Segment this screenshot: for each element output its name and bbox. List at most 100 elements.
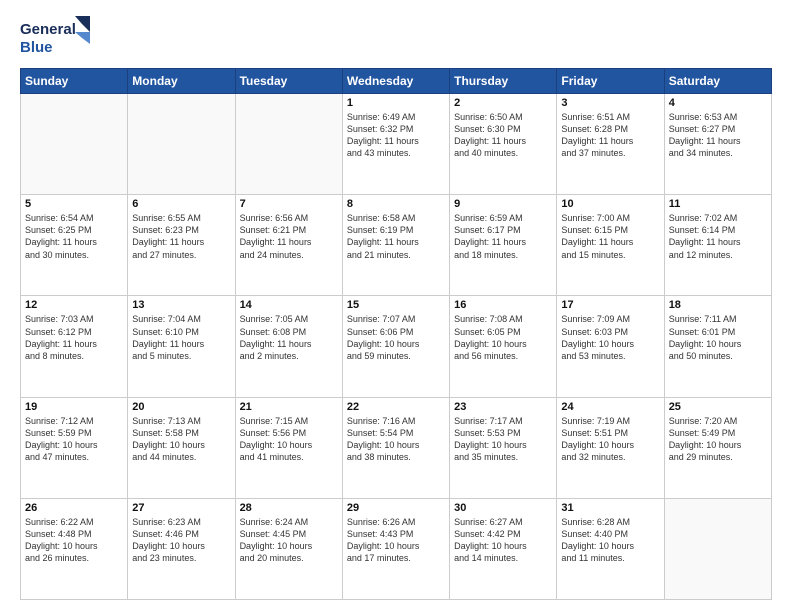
- day-info: Sunrise: 6:56 AM Sunset: 6:21 PM Dayligh…: [240, 212, 338, 261]
- day-number: 12: [25, 299, 123, 311]
- day-number: 9: [454, 198, 552, 210]
- week-row-2: 5 Sunrise: 6:54 AM Sunset: 6:25 PM Daylig…: [21, 195, 772, 296]
- week-row-3: 12 Sunrise: 7:03 AM Sunset: 6:12 PM Dayli…: [21, 296, 772, 397]
- day-number: 25: [669, 401, 767, 413]
- weekday-header-thursday: Thursday: [450, 69, 557, 94]
- day-cell: [21, 94, 128, 195]
- svg-text:Blue: Blue: [20, 39, 53, 56]
- logo-area: GeneralBlue: [20, 16, 100, 60]
- day-info: Sunrise: 6:51 AM Sunset: 6:28 PM Dayligh…: [561, 111, 659, 160]
- day-cell: 28 Sunrise: 6:24 AM Sunset: 4:45 PM Dayli…: [235, 498, 342, 599]
- day-number: 21: [240, 401, 338, 413]
- day-number: 10: [561, 198, 659, 210]
- day-cell: 8Sunrise: 6:58 AM Sunset: 6:19 PM Daylig…: [342, 195, 449, 296]
- page: GeneralBlue SundayMondayTuesdayWednesday…: [0, 0, 792, 612]
- day-info: Sunrise: 7:07 AM Sunset: 6:06 PM Dayligh…: [347, 313, 445, 362]
- day-cell: 11 Sunrise: 7:02 AM Sunset: 6:14 PM Dayli…: [664, 195, 771, 296]
- day-info: Sunrise: 6:53 AM Sunset: 6:27 PM Dayligh…: [669, 111, 767, 160]
- day-cell: [235, 94, 342, 195]
- day-info: Sunrise: 7:15 AM Sunset: 5:56 PM Dayligh…: [240, 415, 338, 464]
- weekday-header-wednesday: Wednesday: [342, 69, 449, 94]
- day-number: 30: [454, 502, 552, 514]
- day-info: Sunrise: 6:26 AM Sunset: 4:43 PM Dayligh…: [347, 516, 445, 565]
- day-info: Sunrise: 6:49 AM Sunset: 6:32 PM Dayligh…: [347, 111, 445, 160]
- day-cell: 10Sunrise: 7:00 AM Sunset: 6:15 PM Dayli…: [557, 195, 664, 296]
- day-cell: 5 Sunrise: 6:54 AM Sunset: 6:25 PM Daylig…: [21, 195, 128, 296]
- day-cell: 16Sunrise: 7:08 AM Sunset: 6:05 PM Dayli…: [450, 296, 557, 397]
- weekday-header-monday: Monday: [128, 69, 235, 94]
- day-number: 13: [132, 299, 230, 311]
- day-number: 23: [454, 401, 552, 413]
- day-number: 4: [669, 97, 767, 109]
- day-info: Sunrise: 7:02 AM Sunset: 6:14 PM Dayligh…: [669, 212, 767, 261]
- day-cell: 18 Sunrise: 7:11 AM Sunset: 6:01 PM Dayli…: [664, 296, 771, 397]
- week-row-4: 19Sunrise: 7:12 AM Sunset: 5:59 PM Dayli…: [21, 397, 772, 498]
- day-info: Sunrise: 6:27 AM Sunset: 4:42 PM Dayligh…: [454, 516, 552, 565]
- header: GeneralBlue: [20, 16, 772, 60]
- day-cell: 19Sunrise: 7:12 AM Sunset: 5:59 PM Dayli…: [21, 397, 128, 498]
- day-number: 15: [347, 299, 445, 311]
- day-info: Sunrise: 7:05 AM Sunset: 6:08 PM Dayligh…: [240, 313, 338, 362]
- day-number: 3: [561, 97, 659, 109]
- day-number: 20: [132, 401, 230, 413]
- svg-text:General: General: [20, 21, 76, 38]
- day-cell: 12 Sunrise: 7:03 AM Sunset: 6:12 PM Dayli…: [21, 296, 128, 397]
- day-cell: 23 Sunrise: 7:17 AM Sunset: 5:53 PM Dayli…: [450, 397, 557, 498]
- day-info: Sunrise: 7:20 AM Sunset: 5:49 PM Dayligh…: [669, 415, 767, 464]
- day-cell: 3 Sunrise: 6:51 AM Sunset: 6:28 PM Daylig…: [557, 94, 664, 195]
- day-number: 28: [240, 502, 338, 514]
- day-info: Sunrise: 6:24 AM Sunset: 4:45 PM Dayligh…: [240, 516, 338, 565]
- day-info: Sunrise: 7:03 AM Sunset: 6:12 PM Dayligh…: [25, 313, 123, 362]
- weekday-header-friday: Friday: [557, 69, 664, 94]
- day-info: Sunrise: 7:17 AM Sunset: 5:53 PM Dayligh…: [454, 415, 552, 464]
- day-cell: 24 Sunrise: 7:19 AM Sunset: 5:51 PM Dayli…: [557, 397, 664, 498]
- day-cell: 15 Sunrise: 7:07 AM Sunset: 6:06 PM Dayli…: [342, 296, 449, 397]
- day-cell: 27 Sunrise: 6:23 AM Sunset: 4:46 PM Dayli…: [128, 498, 235, 599]
- day-number: 24: [561, 401, 659, 413]
- day-number: 17: [561, 299, 659, 311]
- day-info: Sunrise: 6:22 AM Sunset: 4:48 PM Dayligh…: [25, 516, 123, 565]
- day-cell: 4 Sunrise: 6:53 AM Sunset: 6:27 PM Daylig…: [664, 94, 771, 195]
- day-info: Sunrise: 7:08 AM Sunset: 6:05 PM Dayligh…: [454, 313, 552, 362]
- day-info: Sunrise: 7:04 AM Sunset: 6:10 PM Dayligh…: [132, 313, 230, 362]
- day-cell: 25 Sunrise: 7:20 AM Sunset: 5:49 PM Dayli…: [664, 397, 771, 498]
- day-cell: 9 Sunrise: 6:59 AM Sunset: 6:17 PM Daylig…: [450, 195, 557, 296]
- day-cell: 26Sunrise: 6:22 AM Sunset: 4:48 PM Dayli…: [21, 498, 128, 599]
- day-info: Sunrise: 7:11 AM Sunset: 6:01 PM Dayligh…: [669, 313, 767, 362]
- day-number: 1: [347, 97, 445, 109]
- weekday-header-tuesday: Tuesday: [235, 69, 342, 94]
- day-info: Sunrise: 6:50 AM Sunset: 6:30 PM Dayligh…: [454, 111, 552, 160]
- day-cell: 1 Sunrise: 6:49 AM Sunset: 6:32 PM Daylig…: [342, 94, 449, 195]
- day-info: Sunrise: 6:23 AM Sunset: 4:46 PM Dayligh…: [132, 516, 230, 565]
- day-number: 7: [240, 198, 338, 210]
- weekday-row: SundayMondayTuesdayWednesdayThursdayFrid…: [21, 69, 772, 94]
- day-info: Sunrise: 7:19 AM Sunset: 5:51 PM Dayligh…: [561, 415, 659, 464]
- day-cell: 21 Sunrise: 7:15 AM Sunset: 5:56 PM Dayli…: [235, 397, 342, 498]
- day-cell: 17 Sunrise: 7:09 AM Sunset: 6:03 PM Dayli…: [557, 296, 664, 397]
- day-cell: 30 Sunrise: 6:27 AM Sunset: 4:42 PM Dayli…: [450, 498, 557, 599]
- day-number: 6: [132, 198, 230, 210]
- day-cell: 6Sunrise: 6:55 AM Sunset: 6:23 PM Daylig…: [128, 195, 235, 296]
- week-row-1: 1 Sunrise: 6:49 AM Sunset: 6:32 PM Daylig…: [21, 94, 772, 195]
- day-info: Sunrise: 6:54 AM Sunset: 6:25 PM Dayligh…: [25, 212, 123, 261]
- day-number: 11: [669, 198, 767, 210]
- day-info: Sunrise: 6:59 AM Sunset: 6:17 PM Dayligh…: [454, 212, 552, 261]
- day-cell: 14Sunrise: 7:05 AM Sunset: 6:08 PM Dayli…: [235, 296, 342, 397]
- calendar: SundayMondayTuesdayWednesdayThursdayFrid…: [20, 68, 772, 600]
- day-number: 19: [25, 401, 123, 413]
- weekday-header-sunday: Sunday: [21, 69, 128, 94]
- day-cell: 13 Sunrise: 7:04 AM Sunset: 6:10 PM Dayli…: [128, 296, 235, 397]
- day-cell: 20Sunrise: 7:13 AM Sunset: 5:58 PM Dayli…: [128, 397, 235, 498]
- day-info: Sunrise: 6:58 AM Sunset: 6:19 PM Dayligh…: [347, 212, 445, 261]
- day-cell: 2 Sunrise: 6:50 AM Sunset: 6:30 PM Daylig…: [450, 94, 557, 195]
- day-number: 27: [132, 502, 230, 514]
- day-number: 5: [25, 198, 123, 210]
- day-info: Sunrise: 7:09 AM Sunset: 6:03 PM Dayligh…: [561, 313, 659, 362]
- week-row-5: 26Sunrise: 6:22 AM Sunset: 4:48 PM Dayli…: [21, 498, 772, 599]
- day-number: 18: [669, 299, 767, 311]
- day-cell: 29 Sunrise: 6:26 AM Sunset: 4:43 PM Dayli…: [342, 498, 449, 599]
- day-number: 29: [347, 502, 445, 514]
- day-cell: 7 Sunrise: 6:56 AM Sunset: 6:21 PM Daylig…: [235, 195, 342, 296]
- day-cell: [128, 94, 235, 195]
- day-number: 2: [454, 97, 552, 109]
